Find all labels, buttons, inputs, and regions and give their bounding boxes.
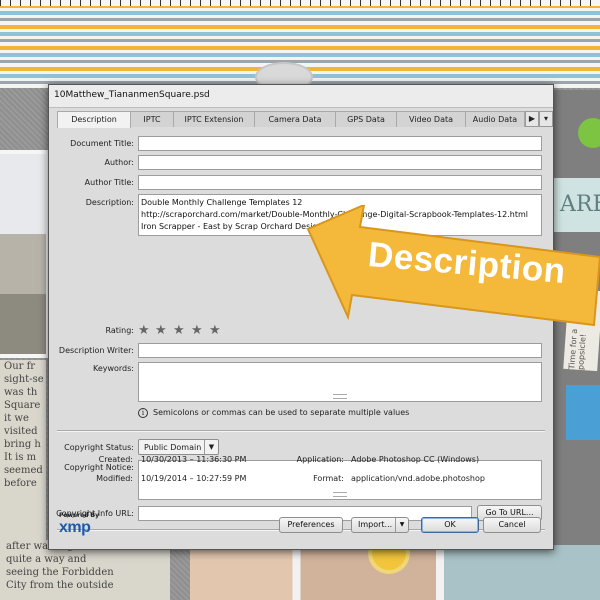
tab-gps-data[interactable]: GPS Data <box>335 111 397 127</box>
author-label: Author: <box>104 158 135 167</box>
keywords-hint: Semicolons or commas can be used to sepa… <box>153 408 410 417</box>
dialog-title: 10Matthew_TiananmenSquare.psd <box>54 90 210 100</box>
keywords-label: Keywords: <box>92 364 134 373</box>
journal-line: Square <box>4 400 41 411</box>
copyright-notice-resize-grip[interactable] <box>333 492 347 497</box>
journal-line: before <box>4 478 37 489</box>
journal-line: it we <box>4 413 29 424</box>
rating-star-icon[interactable]: ★ <box>209 324 221 337</box>
journal-line: sight-se <box>4 374 44 385</box>
journal-line: was th <box>4 387 38 398</box>
tab-iptc-extension[interactable]: IPTC Extension <box>173 111 255 127</box>
rating-label: Rating: <box>105 326 135 335</box>
divider <box>57 430 545 432</box>
copyright-status-select[interactable]: Public Domain ▼ <box>138 439 219 455</box>
import-button-label: Import... <box>358 520 393 529</box>
tab-menu-chevron-down-icon[interactable]: ▾ <box>539 111 553 127</box>
preferences-button[interactable]: Preferences <box>279 517 343 533</box>
keywords-textarea[interactable] <box>138 362 542 402</box>
tab-description[interactable]: Description <box>57 111 131 128</box>
description-line: Double Monthly Challenge Templates 12 <box>141 198 303 207</box>
xmp-logo: xmp <box>59 519 91 536</box>
description-callout-arrow: Description <box>302 205 600 350</box>
info-icon: i <box>138 408 148 418</box>
tab-scroll-right-icon[interactable]: ▶ <box>525 111 539 127</box>
ok-button[interactable]: OK <box>421 517 479 533</box>
tab-audio-data[interactable]: Audio Data <box>465 111 525 127</box>
copyright-status-value: Public Domain <box>144 443 202 452</box>
background-green-dot <box>578 118 600 148</box>
created-label: Created: <box>98 455 133 464</box>
author-input[interactable] <box>138 155 542 170</box>
background-ruler <box>0 0 600 6</box>
format-label: Format: <box>313 474 344 483</box>
description-label: Description: <box>85 198 134 207</box>
author-title-label: Author Title: <box>84 178 134 187</box>
journal-line: It is m <box>4 452 37 463</box>
tab-bar: Description IPTC IPTC Extension Camera D… <box>57 111 553 128</box>
application-value: Adobe Photoshop CC (Windows) <box>351 455 480 464</box>
journal-line: quite a way and <box>6 554 87 565</box>
journal-line: seeing the Forbidden <box>6 567 114 578</box>
keywords-resize-grip[interactable] <box>333 394 347 399</box>
created-value: 10/30/2013 – 11:36:30 PM <box>141 455 247 464</box>
background-photo-left <box>0 150 50 358</box>
tab-iptc[interactable]: IPTC <box>130 111 174 127</box>
tab-video-data[interactable]: Video Data <box>396 111 466 127</box>
description-line: Iron Scrapper - East by Scrap Orchard De… <box>141 222 327 231</box>
journal-line: visited <box>4 426 38 437</box>
chevron-down-icon: ▼ <box>204 440 218 454</box>
copyright-notice-label: Copyright Notice: <box>64 463 134 472</box>
application-label: Application: <box>296 455 344 464</box>
rating-star-icon[interactable]: ★ <box>138 324 150 337</box>
description-writer-label: Description Writer: <box>58 346 134 355</box>
rating-star-icon[interactable]: ★ <box>155 324 167 337</box>
modified-value: 10/19/2014 – 10:27:59 PM <box>141 474 247 483</box>
document-title-input[interactable] <box>138 136 542 151</box>
journal-line: City from the outside <box>6 580 114 591</box>
import-button[interactable]: Import... ▼ <box>351 517 409 533</box>
cancel-button[interactable]: Cancel <box>483 517 541 533</box>
format-value: application/vnd.adobe.photoshop <box>351 474 485 483</box>
author-title-input[interactable] <box>138 175 542 190</box>
document-title-label: Document Title: <box>70 139 134 148</box>
tab-camera-data[interactable]: Camera Data <box>254 111 336 127</box>
dialog-titlebar[interactable]: 10Matthew_TiananmenSquare.psd <box>49 85 553 108</box>
chevron-down-icon: ▼ <box>395 518 408 532</box>
modified-label: Modified: <box>96 474 133 483</box>
rating-star-icon[interactable]: ★ <box>191 324 203 337</box>
background-blue-card <box>566 385 600 440</box>
journal-line: seemed <box>4 465 43 476</box>
rating-star-icon[interactable]: ★ <box>173 324 185 337</box>
journal-line: Our fr <box>4 361 36 372</box>
journal-line: bring h <box>4 439 41 450</box>
powered-by-label: Powered By <box>59 512 100 519</box>
copyright-status-label: Copyright Status: <box>64 443 134 452</box>
